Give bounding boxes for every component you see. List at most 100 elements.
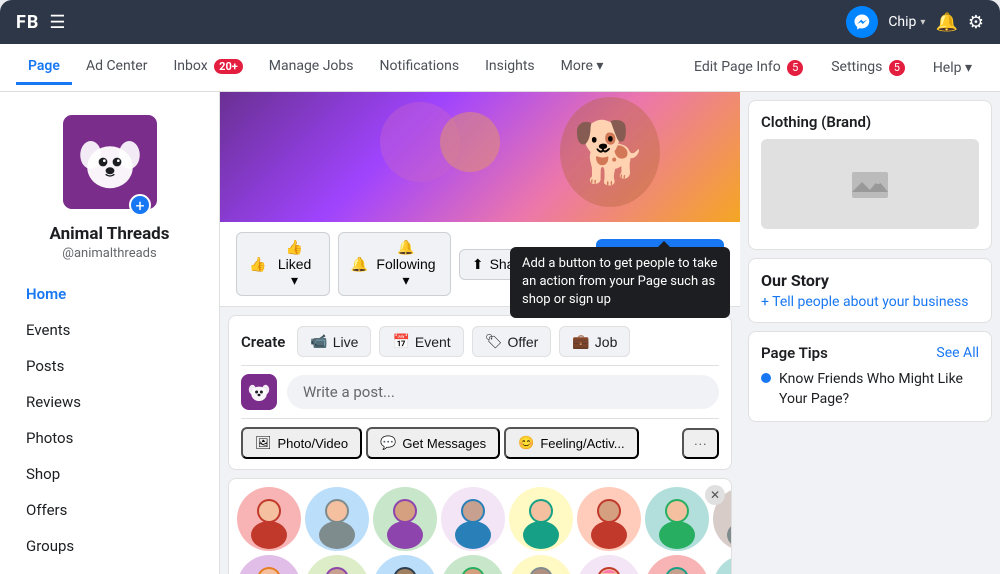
person-avatar[interactable] — [577, 487, 641, 551]
feeling-button[interactable]: 😊 Feeling/Activ... — [504, 427, 638, 459]
page-avatar-wrap: + — [16, 112, 203, 212]
person-avatar[interactable] — [645, 555, 709, 574]
person-avatar[interactable] — [441, 487, 505, 551]
inbox-badge: 20+ — [214, 59, 243, 74]
sidebar-item-events[interactable]: Events — [16, 313, 203, 347]
photo-icon: 🖼 — [255, 435, 272, 451]
top-nav-right: Chip ▾ 🔔 ⚙ — [846, 6, 984, 38]
fb-logo: FB — [16, 12, 39, 33]
people-close-button[interactable]: ✕ — [705, 485, 725, 505]
create-label: Create — [241, 333, 285, 351]
post-placeholder: Write a post... — [303, 383, 395, 401]
job-icon: 💼 — [572, 333, 589, 350]
liked-button[interactable]: 👍 👍 Liked ▾ — [236, 232, 330, 296]
event-button[interactable]: 📅 Event — [379, 326, 463, 357]
person-avatar[interactable] — [237, 555, 301, 574]
job-button[interactable]: 💼 Job — [559, 326, 630, 357]
post-input-row: Write a post... — [241, 374, 719, 410]
user-name: Chip — [888, 14, 916, 30]
top-nav-left: FB ☰ — [16, 12, 66, 33]
offer-button[interactable]: 🏷 Offer — [472, 326, 552, 357]
person-avatar[interactable] — [577, 555, 641, 574]
cover-photo: 🐕 — [220, 92, 740, 222]
offer-icon: 🏷 — [485, 333, 503, 350]
tooltip-box: Add a button to get people to take an ac… — [510, 247, 730, 318]
settings-badge: 5 — [889, 60, 905, 76]
tab-settings[interactable]: Settings 5 — [819, 51, 917, 84]
messenger-icon[interactable] — [846, 6, 878, 38]
sidebar-item-photos[interactable]: Photos — [16, 421, 203, 455]
tab-more[interactable]: More ▾ — [549, 50, 616, 85]
sidebar-item-shop[interactable]: Shop — [16, 457, 203, 491]
get-messages-button[interactable]: 💬 Get Messages — [366, 427, 500, 459]
our-story-link[interactable]: + Tell people about your business — [761, 294, 979, 310]
person-avatar[interactable] — [441, 555, 505, 574]
tab-help[interactable]: Help ▾ — [921, 52, 984, 84]
tab-managejobs[interactable]: Manage Jobs — [257, 50, 366, 85]
following-button[interactable]: 🔔 🔔 Following ▾ — [338, 232, 451, 296]
post-avatar — [241, 374, 277, 410]
brand-card: Clothing (Brand) — [748, 100, 992, 250]
see-all-link[interactable]: See All — [936, 345, 979, 361]
person-avatar[interactable] — [645, 487, 709, 551]
person-avatar[interactable] — [373, 487, 437, 551]
tooltip-text: Add a button to get people to take an ac… — [522, 256, 717, 307]
tab-inbox[interactable]: Inbox 20+ — [161, 50, 254, 85]
post-more-button[interactable]: ··· — [682, 428, 719, 459]
center-wrapper: 🐕 👍 👍 Liked ▾ 🔔 🔔 Following ▾ ⬆ Share ··… — [220, 92, 740, 574]
sidebar-item-offers[interactable]: Offers — [16, 493, 203, 527]
left-sidebar: + Animal Threads @animalthreads Home Eve… — [0, 92, 220, 574]
page-handle: @animalthreads — [16, 246, 203, 261]
tip-indicator — [761, 373, 771, 383]
gear-icon[interactable]: ⚙ — [968, 12, 984, 33]
brand-label: Clothing (Brand) — [761, 113, 979, 131]
main-content: + Animal Threads @animalthreads Home Eve… — [0, 92, 1000, 574]
top-navbar: FB ☰ Chip ▾ 🔔 ⚙ — [0, 0, 1000, 44]
hamburger-icon[interactable]: ☰ — [49, 12, 65, 33]
sidebar-item-reviews[interactable]: Reviews — [16, 385, 203, 419]
secondary-navbar: Page Ad Center Inbox 20+ Manage Jobs Not… — [0, 44, 1000, 92]
add-photo-button[interactable]: + — [129, 194, 151, 216]
tab-editpage[interactable]: Edit Page Info 5 — [682, 51, 815, 84]
liked-icon: 👍 — [249, 256, 266, 273]
person-avatar[interactable] — [305, 555, 369, 574]
messages-icon: 💬 — [380, 435, 396, 451]
person-avatar[interactable] — [509, 487, 573, 551]
event-icon: 📅 — [392, 333, 409, 350]
tab-page[interactable]: Page — [16, 50, 72, 85]
tip-item: Know Friends Who Might Like Your Page? — [761, 370, 979, 409]
tab-insights[interactable]: Insights — [473, 50, 547, 85]
page-name: Animal Threads — [16, 224, 203, 244]
live-icon: 📹 — [310, 333, 327, 350]
right-sidebar: Clothing (Brand) Our Story + Tell people… — [740, 92, 1000, 574]
tip-text: Know Friends Who Might Like Your Page? — [779, 370, 979, 409]
bell-icon[interactable]: 🔔 — [935, 12, 957, 33]
center-content: 🐕 👍 👍 Liked ▾ 🔔 🔔 Following ▾ ⬆ Share ··… — [220, 92, 740, 574]
photo-video-button[interactable]: 🖼 Photo/Video — [241, 427, 362, 459]
post-actions-row: 🖼 Photo/Video 💬 Get Messages 😊 Feeling/A… — [241, 418, 719, 459]
post-input-field[interactable]: Write a post... — [287, 375, 719, 409]
person-avatar[interactable] — [509, 555, 573, 574]
our-story-title: Our Story — [761, 271, 979, 290]
person-avatar[interactable] — [237, 487, 301, 551]
person-avatar[interactable] — [713, 555, 732, 574]
brand-image-placeholder — [761, 139, 979, 229]
sidebar-item-home[interactable]: Home — [16, 277, 203, 311]
person-avatar[interactable] — [305, 487, 369, 551]
editpage-badge: 5 — [787, 60, 803, 76]
user-chip[interactable]: Chip ▾ — [888, 14, 925, 30]
page-tips-header: Page Tips See All — [761, 344, 979, 362]
create-post-area: Create 📹 Live 📅 Event 🏷 Offer 💼 — [228, 315, 732, 470]
people-section: ✕ — [228, 478, 732, 574]
person-avatar[interactable] — [373, 555, 437, 574]
page-tips-title: Page Tips — [761, 344, 828, 362]
sidebar-item-groups[interactable]: Groups — [16, 529, 203, 563]
nav-right-tabs: Edit Page Info 5 Settings 5 Help ▾ — [682, 51, 984, 84]
live-button[interactable]: 📹 Live — [297, 326, 371, 357]
tab-notifications[interactable]: Notifications — [368, 50, 472, 85]
create-tabs: Create 📹 Live 📅 Event 🏷 Offer 💼 — [241, 326, 719, 366]
tab-adcenter[interactable]: Ad Center — [74, 50, 160, 85]
share-icon: ⬆ — [472, 256, 484, 273]
sidebar-nav: Home Events Posts Reviews Photos Shop Of… — [16, 277, 203, 563]
sidebar-item-posts[interactable]: Posts — [16, 349, 203, 383]
